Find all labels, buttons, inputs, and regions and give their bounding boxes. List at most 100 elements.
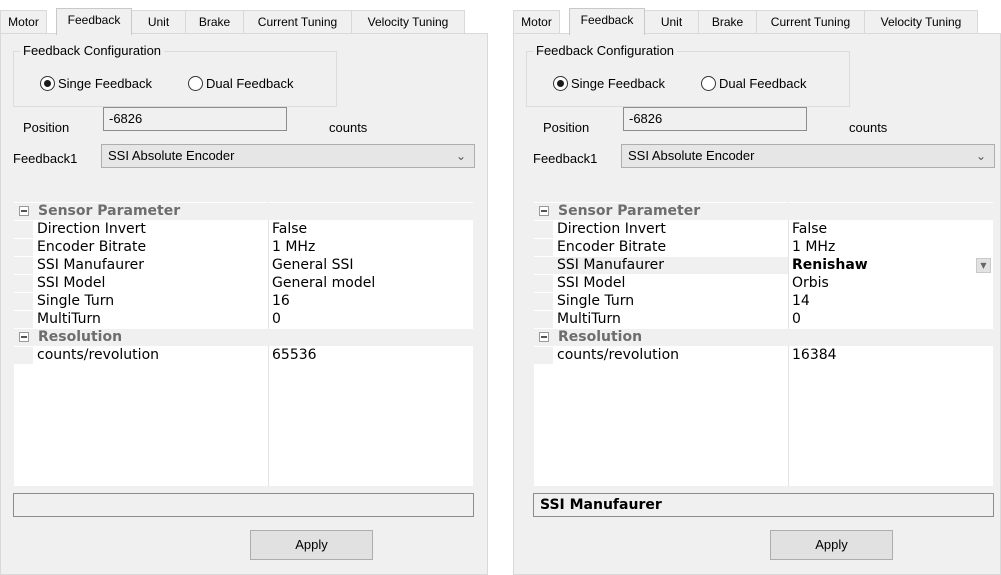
category-resolution[interactable]: Resolution <box>14 329 473 346</box>
property-name: counts/revolution <box>557 347 680 363</box>
property-grid[interactable]: Sensor Parameter Direction Invert False … <box>13 201 474 487</box>
feedback1-label: Feedback1 <box>533 151 598 166</box>
position-unit-label: counts <box>329 120 368 135</box>
category-label: Resolution <box>38 329 123 345</box>
tab-feedback[interactable]: Feedback <box>569 8 645 35</box>
position-field[interactable]: -6826 <box>623 107 807 131</box>
category-label: Sensor Parameter <box>38 203 181 219</box>
property-name: Encoder Bitrate <box>557 239 667 255</box>
row-gutter <box>14 347 33 364</box>
left-feedback-panel: Motor Feedback Unit Brake Current Tuning… <box>0 0 488 575</box>
property-description-box <box>13 493 474 517</box>
tab-unit[interactable]: Unit <box>644 10 699 34</box>
category-sensor-parameter[interactable]: Sensor Parameter <box>14 203 473 220</box>
tab-velocity-tuning[interactable]: Velocity Tuning <box>864 10 978 34</box>
property-row[interactable]: Encoder Bitrate 1 MHz <box>534 239 993 256</box>
property-value[interactable]: 16 <box>272 293 290 310</box>
right-feedback-panel: Motor Feedback Unit Brake Current Tuning… <box>513 0 1001 575</box>
row-gutter <box>14 293 33 310</box>
property-grid[interactable]: Sensor Parameter Direction Invert False … <box>533 201 994 487</box>
radio-checked-icon <box>553 75 568 91</box>
group-title: Feedback Configuration <box>20 43 165 59</box>
tab-unit[interactable]: Unit <box>131 10 186 34</box>
property-value[interactable]: False <box>272 221 307 238</box>
tab-brake[interactable]: Brake <box>185 10 244 34</box>
property-row[interactable]: Single Turn 16 <box>14 293 473 310</box>
property-row[interactable]: MultiTurn 0 <box>534 311 993 328</box>
tab-motor[interactable]: Motor <box>513 10 560 34</box>
property-value[interactable]: 16384 <box>792 347 837 364</box>
property-row[interactable]: counts/revolution 65536 <box>14 347 473 364</box>
property-row[interactable]: Single Turn 14 <box>534 293 993 310</box>
property-value[interactable]: 1 MHz <box>272 239 315 256</box>
property-name: Encoder Bitrate <box>37 239 147 255</box>
minus-box-icon[interactable] <box>19 332 29 342</box>
property-value[interactable]: 0 <box>792 311 801 328</box>
property-value[interactable]: General SSI <box>272 257 354 274</box>
feedback1-select[interactable]: SSI Absolute Encoder ⌄ <box>101 144 475 168</box>
minus-box-icon[interactable] <box>539 332 549 342</box>
feedback-configuration-group: Feedback Configuration Singe Feedback Du… <box>13 43 337 107</box>
radio-unchecked-icon <box>188 75 203 91</box>
minus-box-icon[interactable] <box>539 206 549 216</box>
property-value[interactable]: Renishaw <box>792 257 868 274</box>
position-label: Position <box>543 120 590 135</box>
tab-current-tuning[interactable]: Current Tuning <box>756 10 865 34</box>
row-gutter <box>14 239 33 256</box>
feedback1-select[interactable]: SSI Absolute Encoder ⌄ <box>621 144 995 168</box>
property-row[interactable]: counts/revolution 16384 <box>534 347 993 364</box>
apply-button[interactable]: Apply <box>250 530 373 560</box>
property-name: SSI Model <box>37 275 106 291</box>
row-gutter <box>534 275 553 292</box>
property-value[interactable]: 14 <box>792 293 810 310</box>
position-label: Position <box>23 120 70 135</box>
radio-dual-feedback[interactable]: Dual Feedback <box>188 74 293 92</box>
property-row-selected[interactable]: SSI Manufaurer Renishaw ▼ <box>534 257 993 274</box>
feedback1-label: Feedback1 <box>13 151 78 166</box>
minus-box-icon[interactable] <box>19 206 29 216</box>
radio-checked-icon <box>40 75 55 91</box>
property-value[interactable]: 65536 <box>272 347 317 364</box>
category-resolution[interactable]: Resolution <box>534 329 993 346</box>
tab-feedback[interactable]: Feedback <box>56 8 132 35</box>
feedback-tab-page: Feedback Configuration Singe Feedback Du… <box>513 33 1001 575</box>
radio-unchecked-icon <box>701 75 716 91</box>
row-gutter <box>534 293 553 310</box>
row-gutter <box>534 239 553 256</box>
category-label: Sensor Parameter <box>558 203 701 219</box>
category-label: Resolution <box>558 329 643 345</box>
radio-single-feedback[interactable]: Singe Feedback <box>553 74 665 92</box>
row-gutter <box>14 275 33 292</box>
property-name: SSI Manufaurer <box>37 257 144 273</box>
property-name: MultiTurn <box>37 311 101 327</box>
feedback-tab-page: Feedback Configuration Singe Feedback Du… <box>0 33 488 575</box>
row-gutter <box>14 311 33 328</box>
property-row[interactable]: SSI Model General model <box>14 275 473 292</box>
feedback1-selected-value: SSI Absolute Encoder <box>108 148 235 163</box>
property-row[interactable]: Direction Invert False <box>534 221 993 238</box>
property-value[interactable]: False <box>792 221 827 238</box>
tab-motor[interactable]: Motor <box>0 10 47 34</box>
apply-button[interactable]: Apply <box>770 530 893 560</box>
triangle-down-icon[interactable]: ▼ <box>976 258 991 273</box>
category-sensor-parameter[interactable]: Sensor Parameter <box>534 203 993 220</box>
property-row[interactable]: MultiTurn 0 <box>14 311 473 328</box>
property-value[interactable]: 1 MHz <box>792 239 835 256</box>
property-row[interactable]: Encoder Bitrate 1 MHz <box>14 239 473 256</box>
property-value[interactable]: General model <box>272 275 375 292</box>
row-gutter <box>534 257 553 274</box>
radio-label: Singe Feedback <box>58 75 152 91</box>
radio-dual-feedback[interactable]: Dual Feedback <box>701 74 806 92</box>
tab-velocity-tuning[interactable]: Velocity Tuning <box>351 10 465 34</box>
property-value[interactable]: Orbis <box>792 275 829 292</box>
position-field[interactable]: -6826 <box>103 107 287 131</box>
tab-current-tuning[interactable]: Current Tuning <box>243 10 352 34</box>
property-row[interactable]: Direction Invert False <box>14 221 473 238</box>
radio-single-feedback[interactable]: Singe Feedback <box>40 74 152 92</box>
property-value[interactable]: 0 <box>272 311 281 328</box>
property-name: SSI Manufaurer <box>553 257 788 274</box>
tab-bar: Motor Feedback Unit Brake Current Tuning… <box>513 8 1001 35</box>
tab-brake[interactable]: Brake <box>698 10 757 34</box>
property-row[interactable]: SSI Model Orbis <box>534 275 993 292</box>
property-row[interactable]: SSI Manufaurer General SSI <box>14 257 473 274</box>
